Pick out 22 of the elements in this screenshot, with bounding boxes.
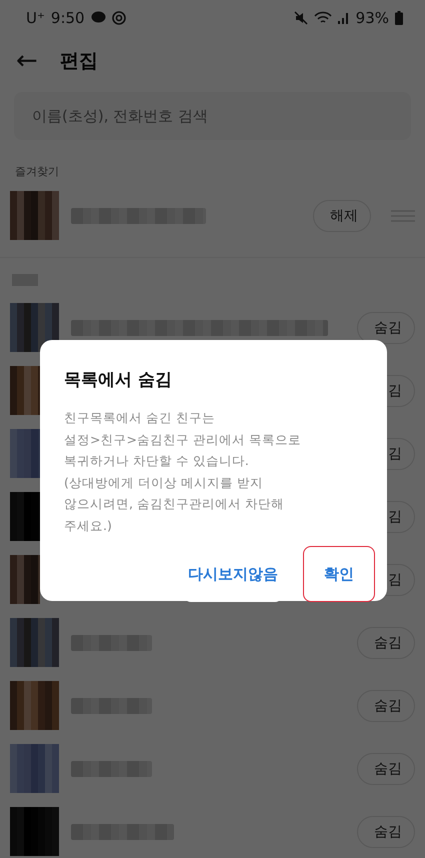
- clock: 9:50: [50, 8, 85, 26]
- section-label: 즐겨찾기: [14, 164, 60, 180]
- hide-button[interactable]: 숨김: [357, 752, 415, 784]
- back-button[interactable]: ←: [16, 46, 38, 76]
- signal-icon: [338, 11, 350, 24]
- wifi-icon: [314, 10, 332, 24]
- mute-icon: [294, 10, 308, 24]
- target-icon: [112, 10, 126, 24]
- chat-bubble-icon: [90, 11, 106, 24]
- hide-button[interactable]: 숨김: [357, 690, 415, 722]
- hide-button[interactable]: 숨김: [357, 626, 415, 658]
- battery-percent: 93%: [356, 8, 389, 26]
- carrier-label: U⁺: [26, 8, 45, 26]
- unfavorite-button[interactable]: 해제: [313, 200, 371, 232]
- battery-icon: [395, 10, 403, 24]
- confirm-button[interactable]: 확인: [303, 546, 375, 602]
- search-field[interactable]: 이름(초성), 전화번호 검색: [14, 92, 411, 140]
- page-title: 편집: [60, 49, 98, 74]
- hide-button[interactable]: 숨김: [357, 312, 415, 344]
- hide-button[interactable]: 숨김: [357, 816, 415, 848]
- dialog-message: 친구목록에서 숨긴 친구는 설정>친구>숨김친구 관리에서 목록으로 복귀하거나 차단할 수 있습니다. (상대방에게 더이상 메시지를 받지 않으시려면, 숨김친구관리에서 차단해 주세요.): [64, 409, 302, 534]
- dialog-title: 목록에서 숨김: [64, 369, 173, 391]
